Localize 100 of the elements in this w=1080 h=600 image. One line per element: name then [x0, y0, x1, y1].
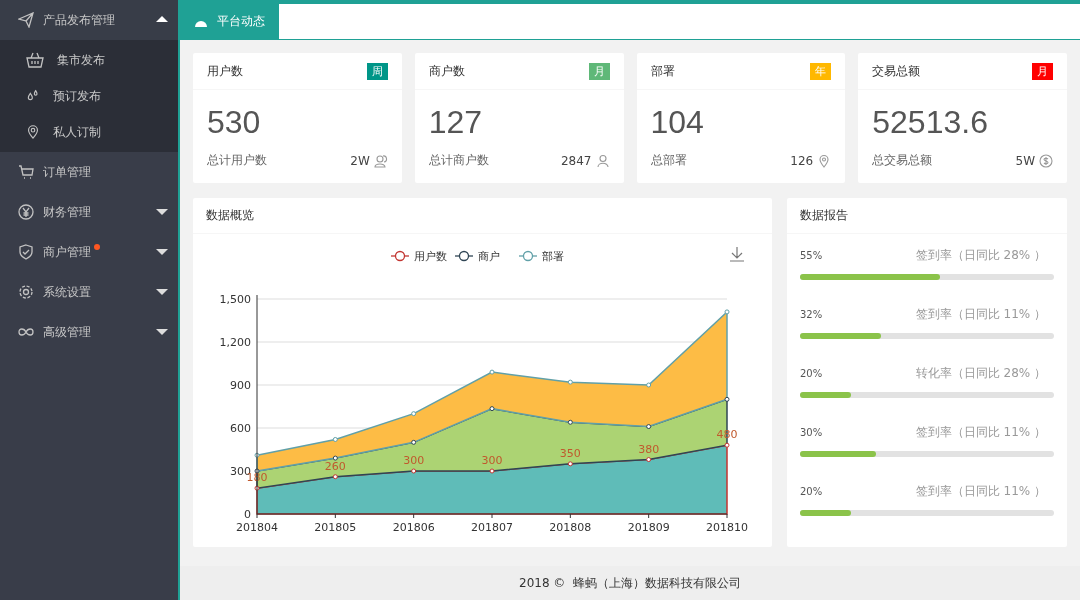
stat-subtitle: 总部署 [650, 152, 687, 169]
legend-item[interactable]: 商户 [454, 250, 500, 263]
data-point [724, 442, 730, 448]
nav-item[interactable]: 订单管理 [0, 152, 178, 192]
data-point [567, 461, 573, 467]
nav-subitem[interactable]: 集市发布 [0, 42, 178, 78]
basket-icon [25, 52, 45, 68]
paper-plane-icon [18, 12, 34, 28]
nav-label: 订单管理 [43, 166, 91, 178]
data-label: 350 [559, 446, 581, 460]
nav-item[interactable]: 系统设置 [0, 272, 178, 312]
cart-icon [18, 164, 34, 180]
stat-total: 126 [790, 153, 814, 168]
data-point [332, 455, 338, 461]
stat-total: 2W [350, 153, 370, 168]
percent-value: 32% [800, 309, 823, 320]
stat-title: 部署 [650, 62, 675, 80]
period-badge: 年 [810, 62, 832, 80]
pin-icon [25, 124, 41, 140]
user-icon [595, 153, 610, 168]
nav-label: 集市发布 [57, 51, 105, 69]
data-point [254, 485, 260, 491]
data-label: 380 [638, 442, 660, 456]
nav-label: 高级管理 [43, 326, 91, 338]
shield-icon [18, 244, 34, 260]
nav-label: 商户管理 [43, 246, 91, 258]
data-point [724, 396, 730, 402]
stat-subtitle: 总计商户数 [428, 152, 489, 169]
caret-icon [156, 249, 168, 255]
axis-label: 1,200 [219, 336, 251, 349]
rate-label: 签到率（日同比 11% ） [915, 483, 1046, 500]
axis-label: 1,500 [219, 293, 251, 306]
data-label: 300 [403, 454, 425, 467]
axis-label: 201808 [549, 521, 592, 534]
axis-label: 201805 [314, 521, 357, 534]
rate-label: 转化率（日同比 28% ） [915, 365, 1046, 382]
rate-label: 签到率（日同比 11% ） [915, 424, 1046, 441]
percent-value: 55% [800, 250, 823, 261]
nav-item[interactable]: 高级管理 [0, 312, 178, 352]
download-icon[interactable] [729, 246, 745, 262]
stat-title: 商户数 [428, 62, 465, 80]
nav-subitem[interactable]: 私人订制 [0, 114, 178, 150]
data-label: 260 [324, 459, 346, 473]
data-point [332, 474, 338, 480]
data-point [489, 468, 495, 474]
axis-label: 600 [230, 422, 251, 435]
data-point [254, 452, 260, 458]
data-point [332, 436, 338, 442]
nav-item[interactable]: 财务管理 [0, 192, 178, 232]
nav-label: 财务管理 [43, 206, 91, 218]
stat-subtitle: 总计用户数 [207, 152, 267, 169]
axis-label: 201804 [236, 521, 278, 534]
pin-icon [817, 153, 832, 168]
nav-label: 产品发布管理 [43, 14, 115, 26]
percent-value: 20% [800, 486, 823, 497]
data-point [489, 369, 495, 375]
axis-label: 900 [230, 379, 251, 392]
axis-label: 201809 [627, 521, 670, 534]
nav-subitem[interactable]: 预订发布 [0, 78, 178, 114]
nav-label: 私人订制 [53, 123, 101, 141]
data-point [724, 309, 730, 315]
stat-value: 127 [428, 106, 484, 138]
caret-icon [156, 289, 168, 295]
yen-icon [18, 204, 34, 220]
data-point [254, 468, 260, 474]
legend-item[interactable]: 用户数 [390, 250, 447, 263]
period-badge: 月 [588, 62, 610, 80]
caret-icon [156, 16, 168, 22]
rate-label: 签到率（日同比 11% ） [915, 306, 1046, 323]
data-point [567, 419, 573, 425]
rate-label: 签到率（日同比 28% ） [915, 247, 1046, 264]
nav-item[interactable]: 商户管理 [0, 232, 178, 272]
axis-label: 201807 [471, 521, 513, 534]
data-point [646, 424, 652, 430]
gear-icon [18, 284, 34, 300]
period-badge: 月 [1032, 62, 1053, 80]
footer-text: 2018 © 蜂蚂（上海）数据科技有限公司 [180, 566, 1080, 600]
dollar-icon [1039, 153, 1053, 168]
caret-icon [156, 209, 168, 215]
data-point [411, 468, 417, 474]
legend-label: 商户 [478, 250, 500, 263]
stat-value: 52513.6 [872, 106, 989, 138]
stat-total: 2847 [560, 153, 592, 168]
data-label: 300 [481, 454, 503, 467]
legend-item[interactable]: 部署 [518, 250, 564, 263]
legend-label: 用户数 [414, 250, 447, 263]
data-label: 480 [716, 428, 738, 442]
axis-label: 201810 [706, 521, 748, 534]
stat-subtitle: 总交易总额 [872, 152, 933, 169]
axis-label: 201806 [392, 521, 435, 534]
data-point [646, 457, 652, 463]
data-point [646, 382, 652, 388]
stat-title: 用户数 [207, 62, 243, 80]
nav-label: 预订发布 [53, 87, 101, 105]
stat-value: 530 [207, 106, 262, 138]
data-point [489, 406, 495, 412]
card-title: 数据概览 [193, 198, 772, 234]
nav-label: 系统设置 [43, 286, 91, 298]
percent-value: 30% [800, 427, 823, 438]
stat-total: 5W [1015, 153, 1035, 168]
